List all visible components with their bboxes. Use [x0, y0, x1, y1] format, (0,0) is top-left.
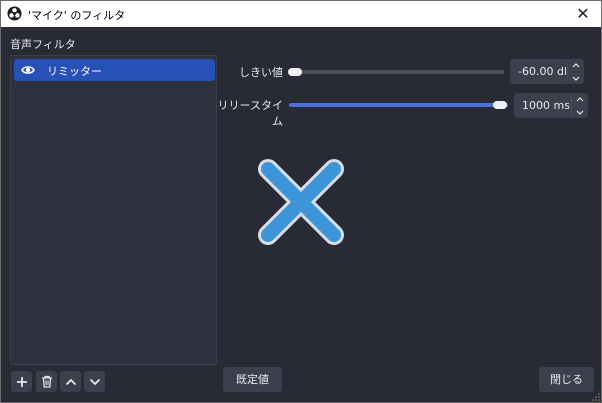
resize-grip-icon[interactable]	[592, 393, 600, 401]
release-time-value[interactable]: 1000 ms	[522, 99, 570, 112]
release-time-label: リリースタイム	[217, 99, 283, 128]
threshold-label: しきい値	[239, 66, 283, 79]
add-filter-button[interactable]	[11, 371, 32, 392]
threshold-spinbox[interactable]: -60.00 dB	[510, 59, 584, 84]
move-filter-up-button[interactable]	[60, 371, 81, 392]
list-item-limiter[interactable]: リミッター	[14, 59, 215, 81]
close-button[interactable]: 閉じる	[539, 367, 594, 392]
threshold-value[interactable]: -60.00 dB	[518, 65, 566, 78]
threshold-decrement-button[interactable]	[568, 72, 584, 84]
threshold-slider-handle[interactable]	[288, 68, 302, 76]
move-filter-down-button[interactable]	[84, 371, 105, 392]
eye-icon[interactable]	[21, 64, 35, 76]
audio-filter-list[interactable]: リミッター	[10, 55, 217, 365]
chevron-up-icon	[576, 96, 584, 101]
title-bar[interactable]: 'マイク' のフィルタ ✕	[1, 1, 601, 27]
defaults-button[interactable]: 既定値	[223, 367, 282, 392]
filter-item-label: リミッター	[47, 65, 102, 78]
chevron-down-icon	[576, 110, 584, 115]
trash-icon	[41, 375, 52, 388]
window-client: 音声フィルタ リミッター しきい値 -60.00 d リリースタイム 1000 …	[1, 27, 601, 402]
plus-icon	[16, 376, 27, 387]
window-close-button[interactable]: ✕	[573, 4, 593, 24]
remove-filter-button[interactable]	[36, 371, 57, 392]
release-time-decrement-button[interactable]	[572, 106, 588, 118]
chevron-up-icon	[572, 62, 580, 67]
filters-window: 'マイク' のフィルタ ✕ 音声フィルタ リミッター しきい値 -60.00 d…	[0, 0, 602, 403]
chevron-up-icon	[65, 378, 76, 385]
release-time-increment-button[interactable]	[572, 93, 588, 105]
obs-logo-icon	[7, 6, 22, 21]
threshold-slider-track[interactable]	[289, 70, 504, 74]
window-title: 'マイク' のフィルタ	[28, 9, 126, 22]
threshold-increment-button[interactable]	[568, 59, 584, 71]
release-time-slider-handle[interactable]	[493, 101, 507, 109]
chevron-down-icon	[572, 76, 580, 81]
no-preview-x-icon	[258, 159, 344, 245]
release-time-slider-track[interactable]	[289, 103, 508, 107]
audio-filters-label: 音声フィルタ	[10, 38, 76, 51]
release-time-spinbox[interactable]: 1000 ms	[514, 93, 588, 118]
chevron-down-icon	[89, 378, 100, 385]
